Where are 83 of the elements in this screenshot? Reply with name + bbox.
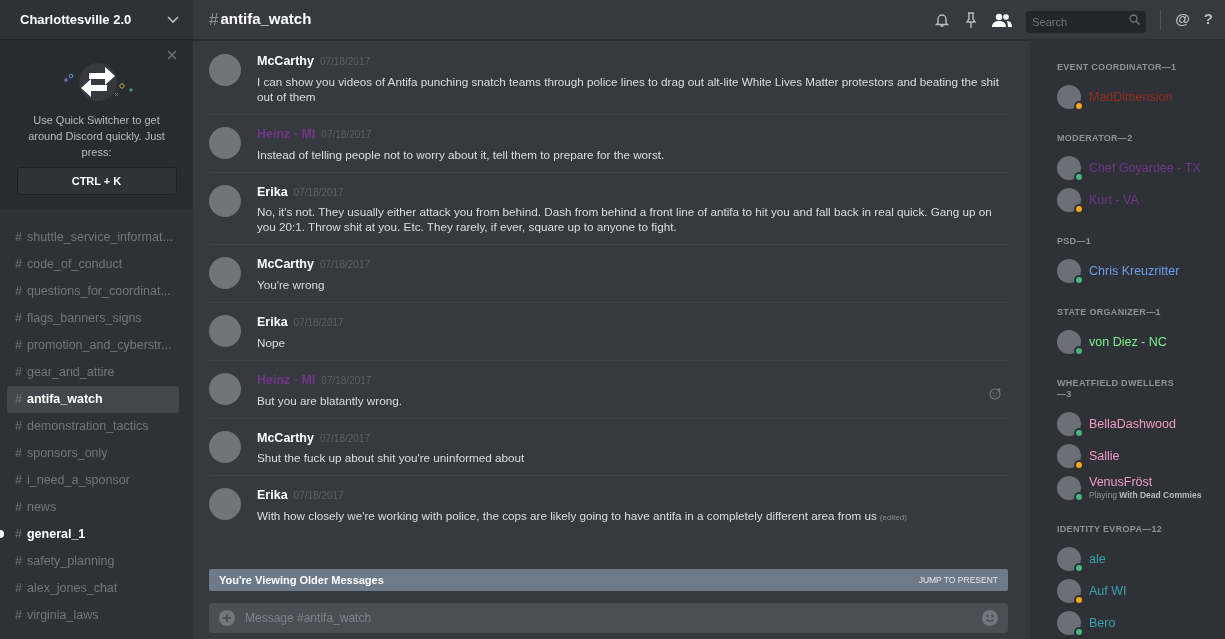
- avatar[interactable]: [209, 184, 241, 217]
- member-name: Auf WI: [1089, 584, 1127, 598]
- channel-item[interactable]: # sponsors_only: [7, 440, 179, 467]
- member-item[interactable]: Chris Kreuzritter: [1057, 255, 1225, 287]
- message-text: But you are blatantly wrong.: [257, 392, 402, 408]
- channel-item[interactable]: # safety_planning: [7, 548, 179, 575]
- avatar[interactable]: [209, 488, 241, 521]
- channel-item[interactable]: # demonstration_tactics: [7, 413, 179, 440]
- jump-to-present-button[interactable]: JUMP TO PRESENT: [918, 573, 998, 587]
- plus-icon[interactable]: [219, 610, 235, 626]
- channel-item[interactable]: # general_1: [7, 521, 179, 548]
- members-icon[interactable]: [992, 12, 1013, 27]
- shortcut-key-button[interactable]: CTRL + K: [16, 167, 177, 195]
- message-text: With how closely we're working with police, the cops are likely going to have antifa in a completely different area from us (edited): [257, 508, 907, 524]
- author-name[interactable]: McCarthy: [257, 255, 314, 274]
- quick-switcher-hint: Use Quick Switcher to get around Discord quickly. Just press:: [27, 113, 166, 160]
- pin-icon[interactable]: [964, 11, 979, 28]
- member-name: BellaDashwood: [1089, 417, 1176, 431]
- author-name[interactable]: Erika: [257, 182, 288, 202]
- avatar[interactable]: [209, 54, 241, 86]
- channel-item[interactable]: # i_need_a_sponsor: [7, 467, 179, 494]
- member-name: Chris Kreuzritter: [1089, 264, 1180, 278]
- member-item[interactable]: BellaDashwood: [1057, 408, 1225, 440]
- member-name: ale: [1089, 552, 1106, 566]
- message-text: You're wrong: [257, 277, 326, 292]
- member-item[interactable]: ale: [1057, 543, 1225, 575]
- member-name: Chef Goyardee - TX: [1089, 161, 1201, 175]
- avatar[interactable]: [209, 430, 241, 463]
- member-item[interactable]: Bero: [1057, 607, 1225, 639]
- member-item[interactable]: von Diez - NC: [1057, 326, 1225, 358]
- channel-title: antifa_watch: [220, 9, 312, 30]
- channel-hash: #: [209, 8, 219, 31]
- role-heading: WHEATFIELD DWELLERS—3: [1057, 378, 1176, 400]
- channel-item[interactable]: # promotion_and_cyberstr...: [7, 332, 179, 359]
- help-button[interactable]: ?: [1203, 8, 1213, 31]
- member-name: VenusFröst: [1089, 474, 1154, 489]
- author-name[interactable]: McCarthy: [257, 428, 314, 448]
- bell-icon[interactable]: [934, 11, 951, 28]
- channel-item[interactable]: # antifa_watch: [7, 386, 179, 413]
- avatar[interactable]: [209, 257, 241, 290]
- server-name[interactable]: Charlottesville 2.0: [20, 9, 132, 30]
- older-messages-label: You're Viewing Older Messages: [219, 572, 384, 588]
- channel-item[interactable]: # shuttle_service_informat...: [7, 224, 179, 251]
- mentions-button[interactable]: @: [1175, 8, 1190, 31]
- message-text: I can show you videos of Antifa punching snatch teams through police lines to drag out alt-lite White Lives Matter protestors and beating the shit out of them: [257, 73, 1000, 104]
- channel-item[interactable]: # virginia_laws: [7, 602, 179, 629]
- member-item[interactable]: Sallie: [1057, 440, 1225, 472]
- avatar[interactable]: [209, 372, 241, 405]
- activity-status: Playing With Dead Commies: [1089, 488, 1202, 502]
- message-text: Shut the fuck up about shit you're uninformed about: [257, 450, 525, 466]
- unread-indicator: [0, 530, 4, 538]
- search-field[interactable]: Search: [1026, 10, 1147, 33]
- message-text: Instead of telling people not to worry about it, tell them to prepare for the worst.: [257, 146, 665, 162]
- member-item[interactable]: Auf WI: [1057, 575, 1225, 607]
- avatar[interactable]: [209, 126, 241, 159]
- message-text: Nope: [257, 334, 286, 350]
- role-heading: PSD—1: [1057, 236, 1092, 247]
- channel-item[interactable]: # code_of_conduct: [7, 251, 179, 278]
- search-icon: [1129, 13, 1141, 25]
- member-name: MadDimension: [1089, 90, 1173, 104]
- role-heading: STATE ORGANIZER—1: [1057, 307, 1162, 318]
- chevron-down-icon[interactable]: [167, 15, 179, 24]
- emoji-icon[interactable]: [982, 610, 998, 626]
- author-name[interactable]: McCarthy: [257, 52, 314, 71]
- member-name: Kurt - VA: [1089, 193, 1139, 207]
- avatar[interactable]: [209, 315, 241, 347]
- role-heading: MODERATOR—2: [1057, 133, 1134, 144]
- role-heading: IDENTITY EVROPA—12: [1057, 524, 1164, 535]
- member-name: von Diez - NC: [1089, 335, 1167, 349]
- role-heading: EVENT COORDINATOR—1: [1057, 62, 1178, 73]
- close-button[interactable]: [167, 50, 177, 60]
- author-name[interactable]: Erika: [257, 313, 288, 332]
- channel-item[interactable]: # alex_jones_chat: [7, 575, 179, 602]
- channel-item[interactable]: # news: [7, 494, 179, 521]
- add-reaction-icon[interactable]: [989, 386, 1002, 400]
- member-name: Sallie: [1089, 449, 1120, 463]
- channel-item[interactable]: # gear_and_attire: [7, 359, 179, 386]
- channel-item[interactable]: # flags_banners_signs: [7, 305, 179, 332]
- channel-item[interactable]: # questions_for_coordinat...: [7, 278, 179, 305]
- message-text: No, it's not. They usually either attack you from behind. Dash from behind a front line of antifa to hit you and fall back in real quick. Gang up on you 20:1. Throw shit at you. Etc. They rarely, if ever, square up to anyone to fight.: [257, 204, 993, 235]
- member-name: Bero: [1089, 616, 1116, 630]
- member-item[interactable]: VenusFröst Playing With Dead Commies: [1057, 472, 1225, 504]
- author-name[interactable]: Erika: [257, 486, 288, 505]
